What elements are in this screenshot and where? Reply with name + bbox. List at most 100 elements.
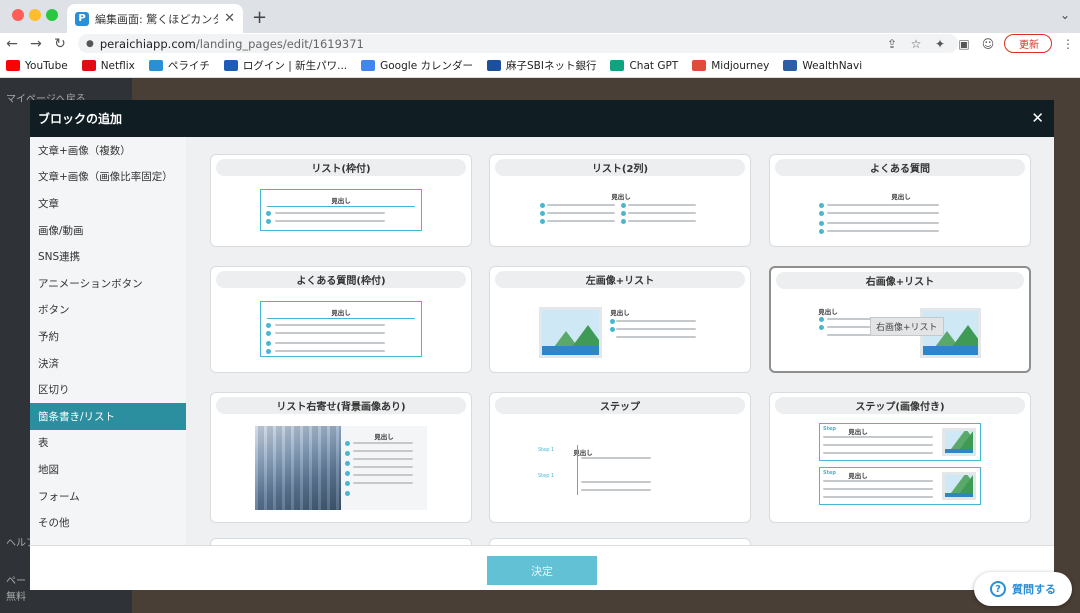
bookmark-item[interactable]: WealthNavi [783,60,862,72]
category-item[interactable]: ボタン [30,297,186,324]
bookmark-item[interactable]: 麻子SBIネット銀行 [487,58,596,73]
browser-menu-icon[interactable]: ⋮ [1060,37,1076,51]
page-label: ペー [6,576,26,587]
bookmark-label: 麻子SBIネット銀行 [506,60,597,72]
bookmark-item[interactable]: Netflix [81,60,135,72]
preview-text-line [353,482,413,484]
block-preview: 見出し [490,179,750,246]
block-preview: 見出し [211,291,471,372]
block-card[interactable]: リスト(2列) 見出し [489,154,751,247]
back-icon[interactable]: ← [0,36,24,52]
step-label: Step 1 [538,447,555,453]
close-window-button[interactable] [12,9,24,21]
check-icon [540,211,545,216]
step-frame: Step 見出し [819,423,981,461]
category-item[interactable]: SNS連携 [30,243,186,270]
preview-text-line [616,328,696,330]
bookmark-label: Google カレンダー [380,60,473,72]
tab-search-chevron-icon[interactable]: ⌄ [1060,8,1070,22]
block-card[interactable]: 右画像+リスト 見出し 右画像+リスト [769,266,1031,373]
preview-text-line [353,474,413,476]
preview-heading: 見出し [573,449,593,457]
category-item[interactable]: 表 [30,430,186,457]
block-card-partial[interactable] [210,538,472,545]
bookmark-label: Midjourney [711,59,770,72]
category-item[interactable]: フォーム [30,483,186,510]
peraichi-favicon-icon: P [75,11,89,26]
reload-icon[interactable]: ↻ [48,36,72,52]
bookmark-item[interactable]: Chat GPT [610,60,678,72]
tab-title: 編集画面: 驚くほどカンタン！無料 [95,12,219,26]
category-item[interactable]: アニメーションボタン [30,270,186,297]
category-item[interactable]: 予約 [30,323,186,350]
bookmark-item[interactable]: ログイン | 新生パワ... [223,58,348,73]
block-card-partial[interactable] [489,538,751,545]
url-domain: peraichiapp.com [99,36,196,51]
category-item[interactable]: 文章 [30,190,186,217]
preview-text-line [547,212,615,214]
extensions-icon[interactable]: ✦ [932,37,948,51]
check-icon [266,323,271,328]
question-icon: ? [990,581,1006,597]
bookmark-item[interactable]: Google カレンダー [361,58,473,73]
midjourney-icon [692,60,707,71]
category-item[interactable]: 決済 [30,350,186,377]
new-tab-icon[interactable]: + [252,7,267,28]
browser-tab[interactable]: P 編集画面: 驚くほどカンタン！無料 ✕ [67,4,243,33]
category-item[interactable]: 文章+画像（画像比率固定） [30,164,186,191]
update-button[interactable]: 更新 [1004,34,1052,53]
block-card[interactable]: ステップ見出し Step 1 Step 1 [489,392,751,523]
category-item[interactable]: 地図 [30,456,186,483]
bookmark-item[interactable]: ペライチ [148,58,210,73]
block-card[interactable]: リスト右寄せ(背景画像あり) 見出し [210,392,472,523]
step-label: Step [823,470,836,476]
check-icon [345,481,350,486]
url-field[interactable]: ● peraichiapp.com/landing_pages/edit/161… [78,34,958,53]
step-label: Step 1 [538,473,555,479]
preview-text-line [275,332,385,334]
ask-question-button[interactable]: ? 質問する [974,572,1072,606]
chatgpt-icon [610,60,625,71]
bookmark-label: ログイン | 新生パワ... [242,60,348,72]
block-card[interactable]: よくある質問(枠付) 見出し [210,266,472,373]
block-card[interactable]: リスト(枠付) 見出し [210,154,472,247]
preview-text-line [275,212,385,214]
check-icon [266,211,271,216]
close-modal-icon[interactable]: ✕ [1031,109,1044,127]
bookmark-label: Chat GPT [629,59,679,72]
profile-avatar-icon[interactable]: ☺ [980,37,996,51]
maximize-window-button[interactable] [46,9,58,21]
category-list: 文章+画像（複数） 文章+画像（画像比率固定） 文章 画像/動画 SNS連携 アニメーショ… [30,137,186,545]
preview-frame: 見出し [260,189,422,231]
lock-icon: ● [86,38,94,49]
bookmarks-bar: YouTube Netflix ペライチ ログイン | 新生パワ... Google カ… [0,54,1080,78]
block-card[interactable]: ステップ(画像付き) Step 見出し Step 見出し [769,392,1031,523]
forward-icon[interactable]: → [24,36,48,52]
share-icon[interactable]: ⇪ [884,37,900,51]
category-item[interactable]: 区切り [30,376,186,403]
bookmark-item[interactable]: YouTube [6,60,68,72]
bookmark-item[interactable]: Midjourney [692,60,769,72]
check-icon [266,219,271,224]
close-tab-icon[interactable]: ✕ [224,11,235,26]
preview-text-line [827,212,939,214]
block-card-title: ステップ [495,397,745,414]
preview-text-line [581,489,651,491]
confirm-button[interactable]: 決定 [487,556,597,585]
preview-text-line [628,204,696,206]
preview-text-line [823,444,933,446]
category-item[interactable]: 箇条書き/リスト [30,402,186,430]
category-item[interactable]: その他 [30,509,186,536]
sidebar-icon[interactable]: ▣ [956,37,972,51]
landscape-image-icon [539,307,602,358]
category-item[interactable]: 文章+画像（複数） [30,137,186,164]
category-item[interactable]: 画像/動画 [30,217,186,244]
block-card[interactable]: 左画像+リスト 見出し [489,266,751,373]
block-card[interactable]: よくある質問 見出し [769,154,1031,247]
power-icon [223,60,238,71]
minimize-window-button[interactable] [29,9,41,21]
youtube-icon [6,60,20,71]
bookmark-star-icon[interactable]: ☆ [908,37,924,51]
preview-text-line [823,480,933,482]
preview-heading: 見出し [374,433,394,441]
